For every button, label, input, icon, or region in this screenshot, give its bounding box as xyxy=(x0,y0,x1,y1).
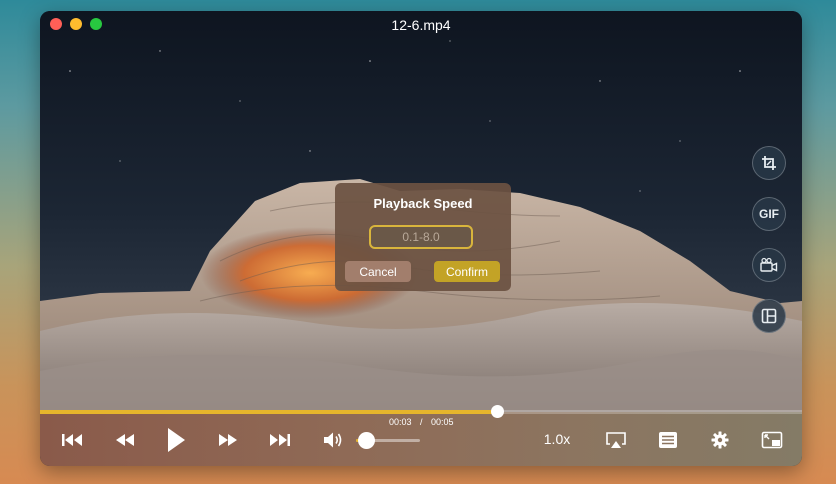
time-separator: / xyxy=(420,417,423,427)
layout-icon xyxy=(761,308,777,324)
playlist-button[interactable] xyxy=(656,429,680,451)
cancel-button[interactable]: Cancel xyxy=(345,261,411,282)
play-icon xyxy=(168,428,185,452)
playlist-icon xyxy=(659,432,677,448)
video-camera-icon xyxy=(760,257,778,272)
progress-fill xyxy=(40,410,498,414)
volume-handle[interactable] xyxy=(357,432,375,449)
playback-speed-button[interactable]: 1.0x xyxy=(537,431,577,447)
player-window: 12-6.mp4 GIF Playback Speed 0.1-8.0 Canc… xyxy=(40,11,802,466)
video-frame[interactable]: 12-6.mp4 GIF Playback Speed 0.1-8.0 Canc… xyxy=(40,11,802,412)
skip-previous-button[interactable] xyxy=(60,429,84,451)
crop-button[interactable] xyxy=(752,146,786,180)
title-bar: 12-6.mp4 xyxy=(40,11,802,39)
fast-forward-icon xyxy=(219,434,237,446)
layout-button[interactable] xyxy=(752,299,786,333)
skip-next-button[interactable] xyxy=(268,429,292,451)
playback-speed-dialog: Playback Speed Cancel Confirm xyxy=(335,183,511,291)
skip-previous-icon xyxy=(62,434,82,446)
picture-in-picture-icon xyxy=(761,431,783,449)
skip-next-icon xyxy=(270,434,290,446)
fast-forward-button[interactable] xyxy=(216,429,240,451)
gif-button[interactable]: GIF xyxy=(752,197,786,231)
confirm-button[interactable]: Confirm xyxy=(434,261,500,282)
gear-icon xyxy=(711,431,729,449)
speed-input[interactable] xyxy=(369,225,473,249)
speaker-icon xyxy=(324,432,342,448)
crop-icon xyxy=(762,156,776,170)
picture-in-picture-button[interactable] xyxy=(760,429,784,451)
volume-slider[interactable] xyxy=(356,432,420,449)
play-button[interactable] xyxy=(163,426,189,454)
progress-bar[interactable] xyxy=(40,405,802,418)
duration: 00:05 xyxy=(431,417,454,427)
airplay-icon xyxy=(606,432,626,448)
volume-button[interactable] xyxy=(322,429,346,451)
record-button[interactable] xyxy=(752,248,786,282)
window-title: 12-6.mp4 xyxy=(391,17,451,33)
airplay-button[interactable] xyxy=(604,429,628,451)
settings-button[interactable] xyxy=(708,429,732,451)
current-time: 00:03 xyxy=(389,417,412,427)
rewind-icon xyxy=(116,434,134,446)
gif-icon: GIF xyxy=(759,207,779,221)
rewind-button[interactable] xyxy=(113,429,137,451)
dialog-title: Playback Speed xyxy=(373,196,473,211)
